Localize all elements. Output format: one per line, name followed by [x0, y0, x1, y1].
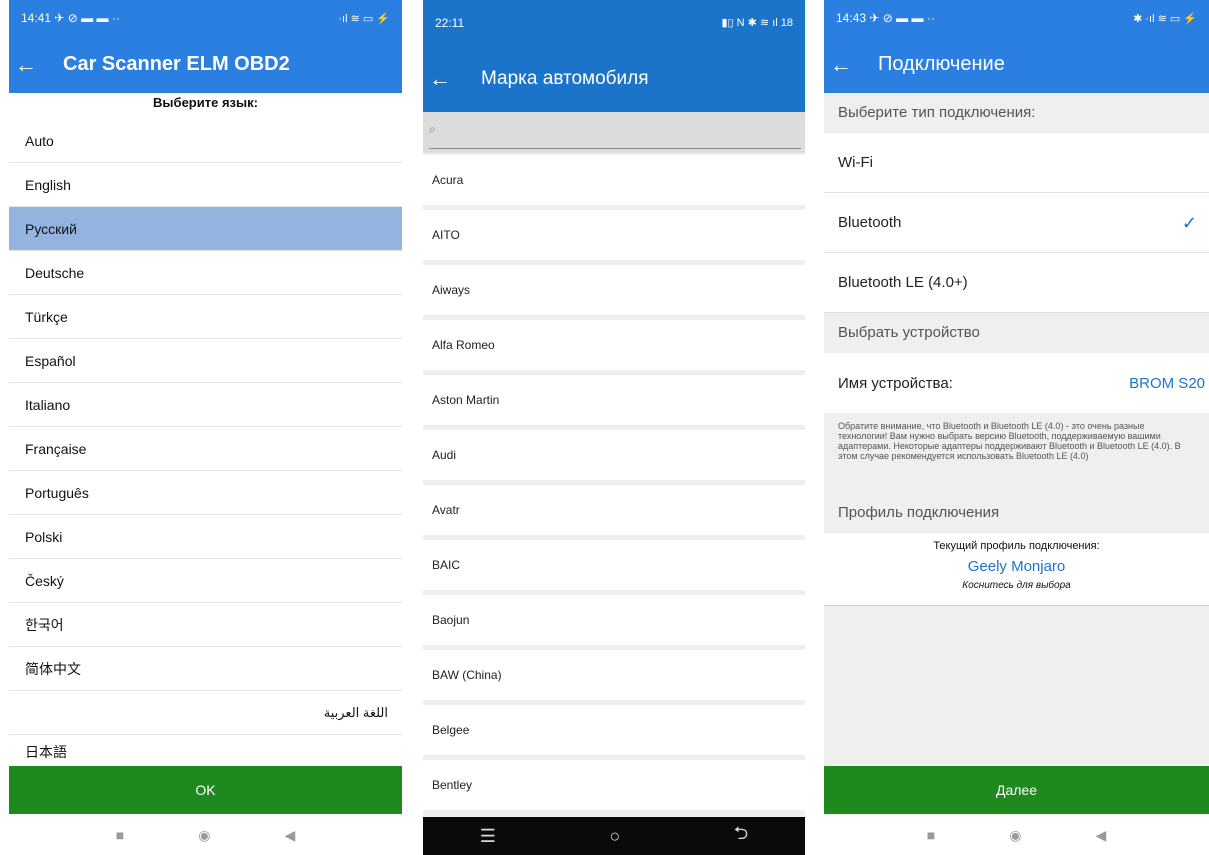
back-nav-icon[interactable]: ◀ — [1095, 827, 1106, 844]
language-item[interactable]: Polski — [9, 515, 402, 559]
language-item[interactable]: Türkçe — [9, 295, 402, 339]
app-bar: ← Марка автомобиля — [423, 45, 805, 112]
brand-list-item[interactable]: Bentley — [423, 760, 805, 810]
profile-name: Geely Monjaro — [967, 558, 1066, 575]
brand-list-item[interactable]: BAW (China) — [423, 650, 805, 700]
brand-list-item[interactable]: Baojun — [423, 595, 805, 645]
brand-list: Acura AITO Aiways Alfa Romeo Aston Martin Aud… — [423, 153, 805, 810]
brand-list-item[interactable]: BAIC — [423, 540, 805, 590]
recents-icon[interactable]: ■ — [116, 827, 124, 843]
language-item[interactable]: Auto — [9, 119, 402, 163]
language-item[interactable]: 日本語 — [9, 735, 402, 759]
brand-list-item[interactable]: AITO — [423, 210, 805, 260]
system-nav-bar: ☰ ○ ⮌ — [423, 817, 805, 855]
status-icons-right: ·ıl ≋ ▭ ⚡ — [338, 12, 390, 25]
system-nav-bar: ■ ◉ ◀ — [9, 815, 402, 855]
profile-selector[interactable]: Текущий профиль подключения: Geely Monja… — [824, 533, 1209, 606]
brand-screen: 22:11 ▮▯ N ✱ ≋ ıl 18 ← Марка автомобиля … — [423, 0, 805, 855]
device-name-value: BROM S20 — [1129, 374, 1205, 392]
system-nav-bar: ■ ◉ ◀ — [824, 815, 1209, 855]
device-name-row[interactable]: Имя устройства: BROM S20 — [824, 353, 1209, 413]
next-button[interactable]: Далее — [824, 766, 1209, 814]
profile-hint: Коснитесь для выбора — [962, 580, 1071, 591]
status-bar: 22:11 ▮▯ N ✱ ≋ ıl 18 — [423, 0, 805, 45]
language-item[interactable]: Italiano — [9, 383, 402, 427]
recents-icon[interactable]: ■ — [927, 827, 935, 843]
connection-option-label: Bluetooth LE (4.0+) — [838, 274, 968, 291]
brand-list-item[interactable]: Belgee — [423, 705, 805, 755]
device-header: Выбрать устройство — [824, 313, 1209, 353]
language-list: Auto English Русский Deutsche Türkçe Español I… — [9, 119, 402, 759]
checkmark-icon: ✓ — [1181, 213, 1197, 233]
status-bar: 14:41 ✈ ⊘ ▬ ▬ ·· ·ıl ≋ ▭ ⚡ — [9, 0, 402, 36]
connection-screen: 14:43 ✈ ⊘ ▬ ▬ ·· ✱ ·ıl ≋ ▭ ⚡ ← Подключен… — [824, 0, 1209, 855]
device-name-label: Имя устройства: — [838, 374, 953, 392]
brand-list-item[interactable]: Audi — [423, 430, 805, 480]
language-screen: 14:41 ✈ ⊘ ▬ ▬ ·· ·ıl ≋ ▭ ⚡ ← Car Scanner… — [9, 0, 402, 855]
status-icons-right: ✱ ·ıl ≋ ▭ ⚡ — [1133, 12, 1197, 25]
app-bar: ← Car Scanner ELM OBD2 — [9, 36, 402, 93]
search-input[interactable]: ⌕ — [423, 112, 805, 153]
language-item[interactable]: Русский — [9, 207, 402, 251]
brand-list-item[interactable]: Alfa Romeo — [423, 320, 805, 370]
connection-option[interactable]: Bluetooth ✓ — [824, 193, 1209, 253]
arrow-left-icon[interactable]: ← — [423, 66, 463, 92]
status-time: 14:41 — [21, 11, 52, 25]
page-title: Car Scanner ELM OBD2 — [63, 53, 290, 75]
language-item[interactable]: Český — [9, 559, 402, 603]
brand-list-item[interactable]: Aston Martin — [423, 375, 805, 425]
connection-type-list: Wi-Fi Bluetooth ✓ Bluetooth LE (4.0+) — [824, 133, 1209, 313]
page-title: Марка автомобиля — [481, 67, 649, 89]
status-time: 14:43 — [836, 11, 867, 25]
connection-option-label: Bluetooth — [838, 214, 902, 231]
ok-button[interactable]: OK — [9, 766, 402, 814]
profile-label: Текущий профиль подключения: — [933, 540, 1100, 552]
app-bar: ← Подключение — [824, 36, 1209, 93]
language-header: Выберите язык: — [153, 95, 258, 110]
arrow-left-icon[interactable]: ← — [9, 52, 49, 78]
search-icon: ⌕ — [429, 122, 436, 136]
arrow-left-icon[interactable]: ← — [824, 52, 864, 78]
connection-type-header: Выберите тип подключения: — [824, 93, 1209, 133]
back-nav-icon[interactable]: ◀ — [284, 827, 295, 844]
search-underline — [429, 148, 801, 149]
status-bar: 14:43 ✈ ⊘ ▬ ▬ ·· ✱ ·ıl ≋ ▭ ⚡ — [824, 0, 1209, 36]
brand-list-item[interactable]: Avatr — [423, 485, 805, 535]
home-icon[interactable]: ◉ — [198, 827, 210, 844]
home-icon[interactable]: ○ — [609, 826, 620, 847]
connection-option[interactable]: Bluetooth LE (4.0+) — [824, 253, 1209, 313]
language-item[interactable]: English — [9, 163, 402, 207]
bluetooth-note: Обратите внимание, что Bluetooth и Bluet… — [838, 421, 1181, 461]
brand-list-item[interactable]: Acura — [423, 155, 805, 205]
connection-option-label: Wi-Fi — [838, 154, 873, 171]
home-icon[interactable]: ◉ — [1009, 827, 1021, 844]
back-nav-icon[interactable]: ⮌ — [734, 821, 748, 851]
language-item[interactable]: Español — [9, 339, 402, 383]
language-item[interactable]: Português — [9, 471, 402, 515]
language-item[interactable]: 简体中文 — [9, 647, 402, 691]
status-icons-left: ✈ ⊘ ▬ ▬ ·· — [869, 11, 935, 25]
connection-option[interactable]: Wi-Fi — [824, 133, 1209, 193]
language-item[interactable]: اللغة العربية — [9, 691, 402, 735]
language-item[interactable]: Deutsche — [9, 251, 402, 295]
brand-list-item[interactable]: Aiways — [423, 265, 805, 315]
language-item[interactable]: Française — [9, 427, 402, 471]
page-title: Подключение — [878, 53, 1005, 75]
language-item[interactable]: 한국어 — [9, 603, 402, 647]
status-icons-left: ✈ ⊘ ▬ ▬ ·· — [54, 11, 120, 25]
menu-icon[interactable]: ☰ — [480, 826, 496, 847]
status-icons-right: ▮▯ N ✱ ≋ ıl 18 — [721, 17, 794, 29]
status-time: 22:11 — [435, 15, 465, 30]
profile-header: Профиль подключения — [824, 493, 1209, 533]
